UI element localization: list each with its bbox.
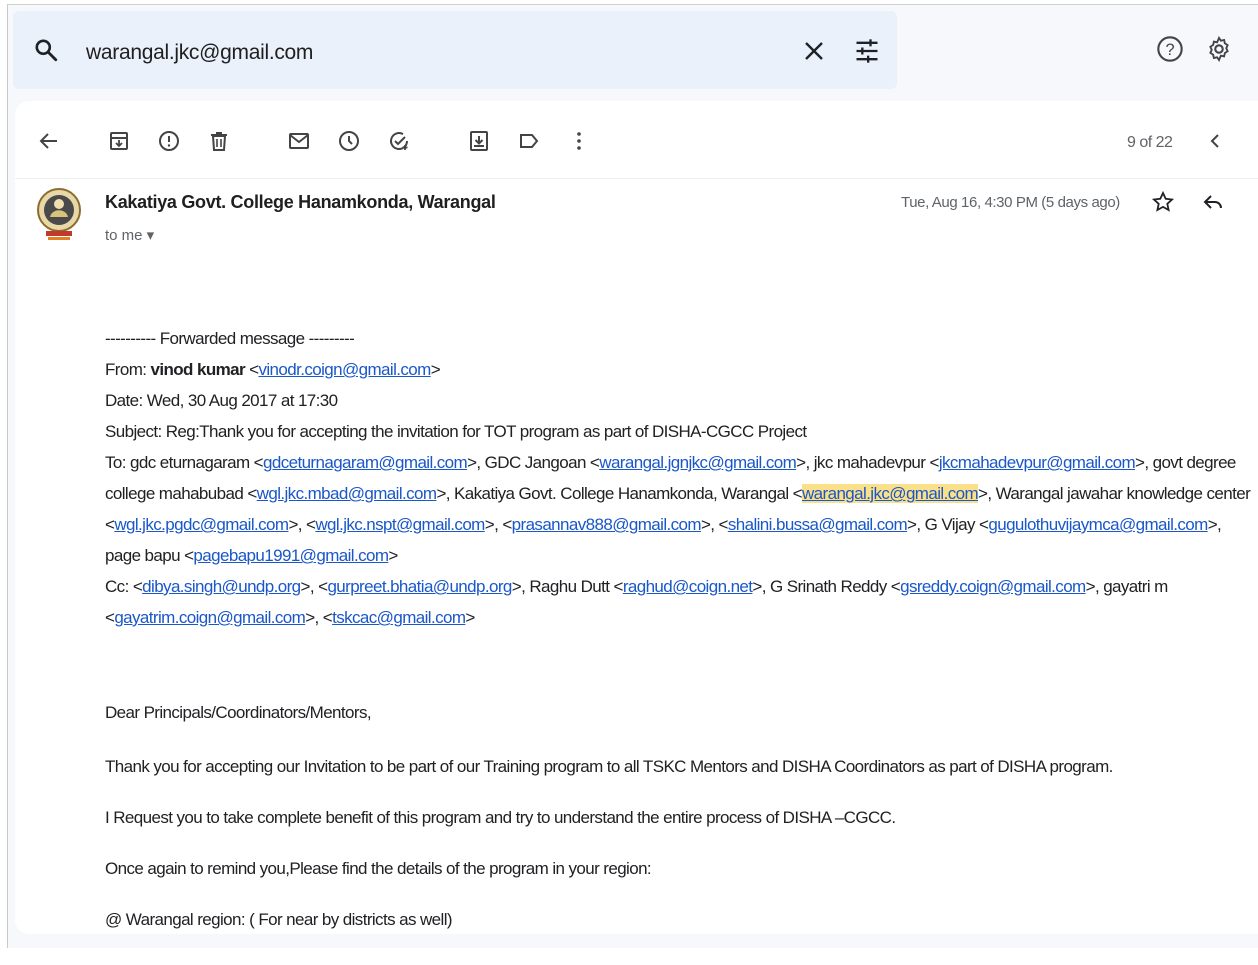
email-link[interactable]: gsreddy.coign@gmail.com [900,577,1086,596]
email-link[interactable]: tskcac@gmail.com [332,608,466,627]
archive-icon[interactable] [107,129,131,153]
email-date: Tue, Aug 16, 4:30 PM (5 days ago) [901,194,1120,211]
email-link[interactable]: dibya.singh@undp.org [142,577,301,596]
snooze-clock-icon[interactable] [337,129,361,153]
to-text: >, < [700,515,729,534]
email-link[interactable]: gugulothuvijaymca@gmail.com [988,515,1208,534]
to-text: To: gdc eturnagaram < [105,453,264,472]
tune-icon[interactable] [853,37,881,65]
add-task-icon[interactable] [387,129,411,153]
to-text: >, Warangal jawahar knowledge center [978,484,1251,503]
to-text: college mahabubad < [105,484,257,503]
email-link[interactable]: gurpreet.bhatia@undp.org [327,577,512,596]
paragraph-3: Once again to remind you,Please find the… [105,859,652,878]
cc-text: >, gayatri m [1085,577,1169,596]
reply-icon[interactable] [1201,190,1225,214]
trash-icon[interactable] [207,129,231,153]
forwarded-header: ---------- Forwarded message --------- [105,329,355,348]
report-spam-icon[interactable] [157,129,181,153]
sender-name: Kakatiya Govt. College Hanamkonda, Waran… [105,192,496,212]
chevron-right-icon[interactable] [1251,129,1258,153]
to-text: >, GDC Jangoan < [467,453,600,472]
to-text: page bapu < [105,546,194,565]
to-text: >, G Vijay < [907,515,989,534]
search-input[interactable]: warangal.jkc@gmail.com [86,41,313,65]
from-line: From: vinod kumar <vinodr.coign@gmail.co… [105,360,441,379]
greeting: Dear Principals/Coordinators/Mentors, [105,703,372,722]
svg-text:?: ? [1165,41,1174,59]
cc-text: >, < [305,608,333,627]
email-link[interactable]: raghud@coign.net [623,577,753,596]
paragraph-2: I Request you to take complete benefit o… [105,808,896,827]
to-text: >, [1207,515,1222,534]
to-text: < [105,515,115,534]
to-text: > [388,546,398,565]
email-link[interactable]: gdceturnagaram@gmail.com [263,453,468,472]
email-link[interactable]: pagebapu1991@gmail.com [193,546,389,565]
email-link[interactable]: wgl.jkc.mbad@gmail.com [257,484,437,503]
cc-text: >, Raghu Dutt < [511,577,624,596]
email-link[interactable]: gayatrim.coign@gmail.com [114,608,305,627]
to-text: >, < [288,515,316,534]
to-text: >, govt degree [1135,453,1236,472]
from-email-link[interactable]: vinodr.coign@gmail.com [258,360,431,379]
to-line-2: college mahabubad <wgl.jkc.mbad@gmail.co… [105,484,1251,504]
recipient-dropdown[interactable]: to me ▾ [105,226,154,244]
sender-avatar [37,188,81,240]
email-link[interactable]: shalini.bussa@gmail.com [728,515,908,534]
to-text: >, jkc mahadevpur < [796,453,939,472]
from-label: From: [105,360,151,379]
email-link[interactable]: prasannav888@gmail.com [512,515,702,534]
cc-text: < [105,608,115,627]
date-line: Date: Wed, 30 Aug 2017 at 17:30 [105,391,338,410]
help-icon[interactable]: ? [1156,35,1184,63]
to-text: >, < [484,515,513,534]
pagination-count: 9 of 22 [1127,134,1173,151]
close-icon[interactable] [802,39,826,63]
gmail-window: warangal.jkc@gmail.com ? 9 of 22 Kakatiy… [7,4,1258,961]
highlighted-email-link[interactable]: warangal.jkc@gmail.com [802,484,979,503]
to-line-1: To: gdc eturnagaram <gdceturnagaram@gmai… [105,453,1236,473]
search-icon[interactable] [33,37,59,63]
from-name: vinod kumar [150,360,246,379]
email-link[interactable]: jkcmahadevpur@gmail.com [939,453,1136,472]
email-link[interactable]: warangal.jgnjkc@gmail.com [599,453,797,472]
search-bar[interactable]: warangal.jkc@gmail.com [13,11,897,89]
star-icon[interactable] [1151,190,1175,214]
chevron-left-icon[interactable] [1203,129,1227,153]
cc-line-1: Cc: <dibya.singh@undp.org>, <gurpreet.bh… [105,577,1168,597]
cc-text: >, G Srinath Reddy < [752,577,901,596]
cc-text: >, < [300,577,329,596]
cc-text: > [465,608,475,627]
message-toolbar: 9 of 22 [15,101,1258,179]
arrow-back-icon[interactable] [37,129,61,153]
to-line-3: <wgl.jkc.pgdc@gmail.com>, <wgl.jkc.nspt@… [105,515,1222,535]
settings-gear-icon[interactable] [1205,35,1233,63]
cc-line-2: <gayatrim.coign@gmail.com>, <tskcac@gmai… [105,608,475,628]
email-link[interactable]: wgl.jkc.pgdc@gmail.com [114,515,289,534]
paragraph-1: Thank you for accepting our Invitation t… [105,757,1113,776]
bottom-strip [0,948,1258,965]
more-vert-icon[interactable] [567,129,591,153]
to-me-label: to me [105,227,143,244]
move-to-icon[interactable] [467,129,491,153]
to-text: >, Kakatiya Govt. College Hanamkonda, Wa… [436,484,802,503]
label-icon[interactable] [517,129,541,153]
paragraph-4: @ Warangal region: ( For near by distric… [105,910,453,929]
cc-text: Cc: < [105,577,143,596]
mail-unread-icon[interactable] [287,129,311,153]
message-panel: 9 of 22 Kakatiya Govt. College Hanamkond… [15,101,1258,934]
to-line-4: page bapu <pagebapu1991@gmail.com> [105,546,398,566]
email-link[interactable]: wgl.jkc.nspt@gmail.com [315,515,485,534]
subject-line: Subject: Reg:Thank you for accepting the… [105,422,807,441]
